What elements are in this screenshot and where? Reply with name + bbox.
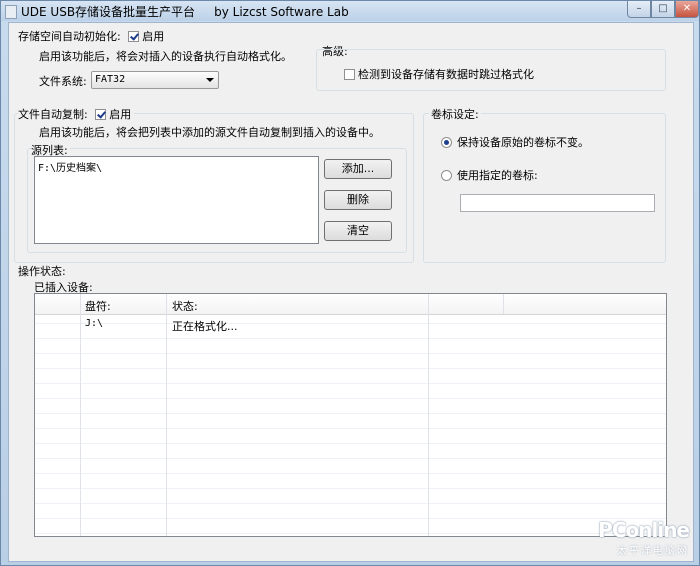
volume-label-group-label: 卷标设定: — [429, 106, 481, 122]
maximize-button[interactable]: □ — [651, 1, 675, 18]
auto-copy-header: 文件自动复制: 启用 — [18, 106, 135, 122]
file-system-label: 文件系统: — [39, 75, 87, 88]
main-window: UDE USB存储设备批量生产平台 by Lizcst Software Lab… — [0, 0, 700, 566]
title-bar[interactable]: UDE USB存储设备批量生产平台 by Lizcst Software Lab… — [1, 1, 699, 21]
watermark-logo: PConline — [598, 518, 690, 542]
auto-format-enable-checkbox[interactable]: 启用 — [128, 30, 164, 43]
auto-copy-group-label: 文件自动复制: — [18, 108, 88, 121]
auto-format-group-label: 存储空间自动初始化: — [18, 30, 121, 43]
watermark-subtitle: 太平洋电脑网 — [617, 546, 689, 557]
drive-letter-cell: J:\ — [85, 318, 104, 329]
listview-header: 盘符: 状态: — [35, 294, 666, 315]
skip-format-label: 检测到设备存储有数据时跳过格式化 — [358, 68, 534, 81]
column-divider — [428, 294, 429, 536]
window-title: UDE USB存储设备批量生产平台 by Lizcst Software Lab — [21, 5, 349, 19]
minimize-button[interactable]: – — [627, 1, 651, 18]
column-divider — [80, 294, 81, 536]
add-button[interactable]: 添加... — [324, 159, 392, 179]
clear-button[interactable]: 清空 — [324, 221, 392, 241]
watermark: PConline 太平洋电脑网 — [598, 518, 690, 557]
auto-copy-enable-label: 启用 — [109, 108, 132, 121]
custom-label-text: 使用指定的卷标: — [457, 169, 538, 182]
keep-label-radio[interactable]: 保持设备原始的卷标不变。 — [441, 134, 589, 150]
source-listbox[interactable]: F:\历史档案\ — [34, 156, 319, 244]
checkbox-unchecked-icon — [344, 69, 355, 80]
close-button[interactable]: ✕ — [675, 1, 699, 18]
source-list-item[interactable]: F:\历史档案\ — [38, 159, 102, 174]
radio-selected-icon — [441, 137, 452, 148]
checkbox-checked-icon — [128, 31, 140, 42]
status-group-label: 操作状态: — [18, 265, 66, 278]
custom-label-radio[interactable]: 使用指定的卷标: — [441, 167, 538, 183]
column-divider — [166, 294, 167, 536]
skip-format-checkbox[interactable]: 检测到设备存储有数据时跳过格式化 — [344, 66, 534, 82]
custom-label-input[interactable] — [460, 194, 655, 212]
auto-format-header: 存储空间自动初始化: 启用 — [18, 28, 164, 44]
chevron-down-icon — [206, 78, 214, 82]
column-header-drive[interactable]: 盘符: — [85, 298, 111, 314]
file-system-value: FAT32 — [95, 74, 126, 85]
column-divider — [503, 294, 504, 314]
auto-copy-enable-checkbox[interactable]: 启用 — [95, 108, 131, 121]
auto-format-enable-label: 启用 — [142, 30, 165, 43]
auto-copy-description: 启用该功能后，将会把列表中添加的源文件自动复制到插入的设备中。 — [39, 126, 380, 139]
keep-label-text: 保持设备原始的卷标不变。 — [457, 136, 589, 149]
file-system-select[interactable]: FAT32 — [91, 71, 219, 89]
listview-rows-background — [35, 294, 666, 536]
auto-format-description: 启用该功能后，将会对插入的设备执行自动格式化。 — [39, 50, 292, 63]
app-icon — [5, 5, 17, 19]
device-listview[interactable]: 盘符: 状态: J:\ 正在格式化... — [34, 293, 667, 537]
column-header-status[interactable]: 状态: — [172, 298, 198, 314]
status-cell: 正在格式化... — [172, 320, 238, 333]
delete-button[interactable]: 删除 — [324, 190, 392, 210]
checkbox-checked-icon — [95, 109, 107, 120]
radio-unselected-icon — [441, 170, 452, 181]
